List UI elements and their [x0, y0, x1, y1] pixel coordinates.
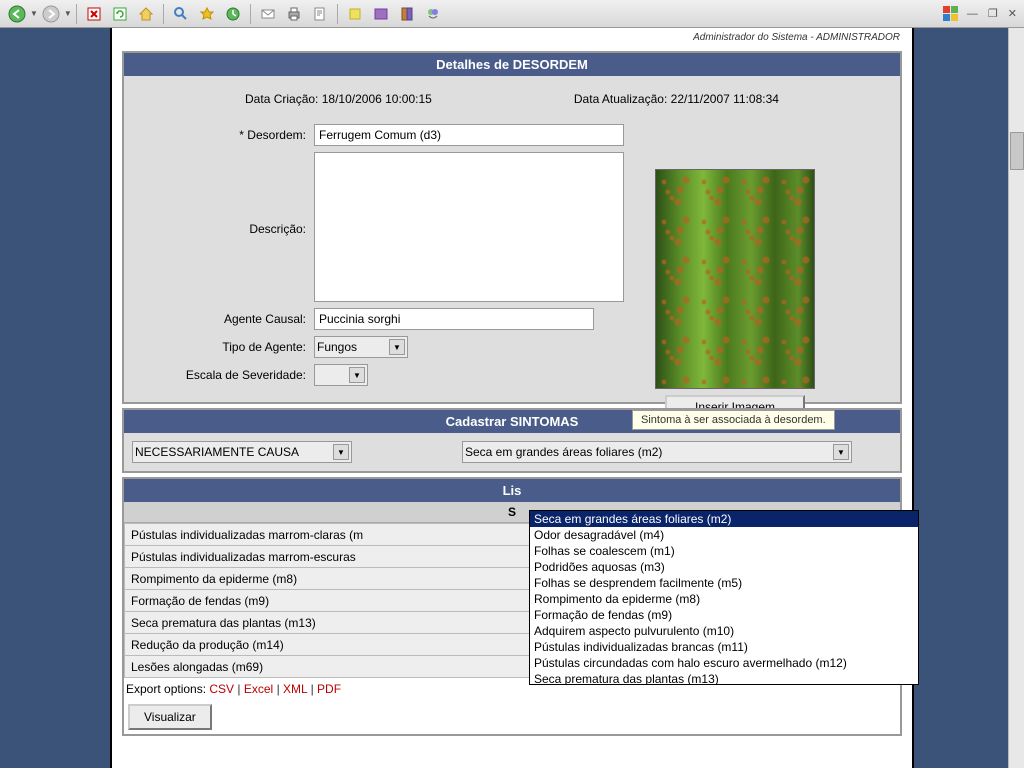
created-date: Data Criação: 18/10/2006 10:00:15: [245, 92, 432, 106]
dropdown-option[interactable]: Podridões aquosas (m3): [530, 559, 918, 575]
refresh-button[interactable]: [109, 3, 131, 25]
dropdown-option[interactable]: Seca prematura das plantas (m13): [530, 671, 918, 685]
descricao-label: Descrição:: [134, 152, 314, 236]
details-panel-header: Detalhes de DESORDEM: [124, 53, 900, 76]
edit-button[interactable]: [309, 3, 331, 25]
restore-button[interactable]: ❐: [988, 7, 998, 20]
escala-select[interactable]: ▼: [314, 364, 368, 386]
relation-select[interactable]: NECESSARIAMENTE CAUSA▼: [132, 441, 352, 463]
dropdown-option[interactable]: Seca em grandes áreas foliares (m2): [530, 511, 918, 527]
close-button[interactable]: ✕: [1008, 7, 1017, 20]
updated-date: Data Atualização: 22/11/2007 11:08:34: [574, 92, 779, 106]
symptoms-panel-header: Cadastrar SINTOMAS Sintoma à ser associa…: [124, 410, 900, 433]
back-button[interactable]: [6, 3, 28, 25]
mail-button[interactable]: [257, 3, 279, 25]
scrollbar-thumb[interactable]: [1010, 132, 1024, 170]
dropdown-option[interactable]: Folhas se desprendem facilmente (m5): [530, 575, 918, 591]
vertical-scrollbar[interactable]: [1008, 28, 1024, 768]
messenger-button[interactable]: [422, 3, 444, 25]
stop-button[interactable]: [83, 3, 105, 25]
agente-label: Agente Causal:: [134, 308, 314, 326]
dropdown-option[interactable]: Rompimento da epiderme (m8): [530, 591, 918, 607]
forward-button[interactable]: [40, 3, 62, 25]
escala-label: Escala de Severidade:: [134, 364, 314, 382]
symptom-dropdown-list[interactable]: Seca em grandes áreas foliares (m2)Odor …: [529, 510, 919, 685]
admin-user-line: Administrador do Sistema - ADMINISTRADOR: [112, 28, 912, 47]
visualize-button[interactable]: Visualizar: [128, 704, 212, 730]
browser-toolbar: ▼ ▼ — ❐ ✕: [0, 0, 1024, 28]
minimize-button[interactable]: —: [967, 8, 978, 20]
search-button[interactable]: [170, 3, 192, 25]
agente-input[interactable]: [314, 308, 594, 330]
dropdown-option[interactable]: Folhas se coalescem (m1): [530, 543, 918, 559]
dropdown-option[interactable]: Formação de fendas (m9): [530, 607, 918, 623]
symptom-tooltip: Sintoma à ser associada à desordem.: [632, 410, 835, 430]
print-button[interactable]: [283, 3, 305, 25]
descricao-textarea[interactable]: [314, 152, 624, 302]
onenote-button[interactable]: [370, 3, 392, 25]
history-button[interactable]: [222, 3, 244, 25]
research-button[interactable]: [396, 3, 418, 25]
favorites-button[interactable]: [196, 3, 218, 25]
symptom-select[interactable]: Seca em grandes áreas foliares (m2)▼: [462, 441, 852, 463]
disorder-image: [655, 169, 815, 389]
dropdown-option[interactable]: Pústulas circundadas com halo escuro ave…: [530, 655, 918, 671]
export-csv[interactable]: CSV: [209, 682, 234, 696]
list-panel-header: Lis: [124, 479, 900, 502]
export-xml[interactable]: XML: [283, 682, 307, 696]
export-excel[interactable]: Excel: [244, 682, 273, 696]
dropdown-option[interactable]: Pústulas individualizadas brancas (m11): [530, 639, 918, 655]
dropdown-option[interactable]: Odor desagradável (m4): [530, 527, 918, 543]
tipo-select[interactable]: Fungos▼: [314, 336, 408, 358]
notes-button[interactable]: [344, 3, 366, 25]
dropdown-option[interactable]: Adquirem aspecto pulvurulento (m10): [530, 623, 918, 639]
desordem-label: * Desordem:: [134, 124, 314, 142]
export-pdf[interactable]: PDF: [317, 682, 341, 696]
home-button[interactable]: [135, 3, 157, 25]
desordem-input[interactable]: [314, 124, 624, 146]
windows-logo-icon: [942, 5, 960, 23]
tipo-label: Tipo de Agente:: [134, 336, 314, 354]
